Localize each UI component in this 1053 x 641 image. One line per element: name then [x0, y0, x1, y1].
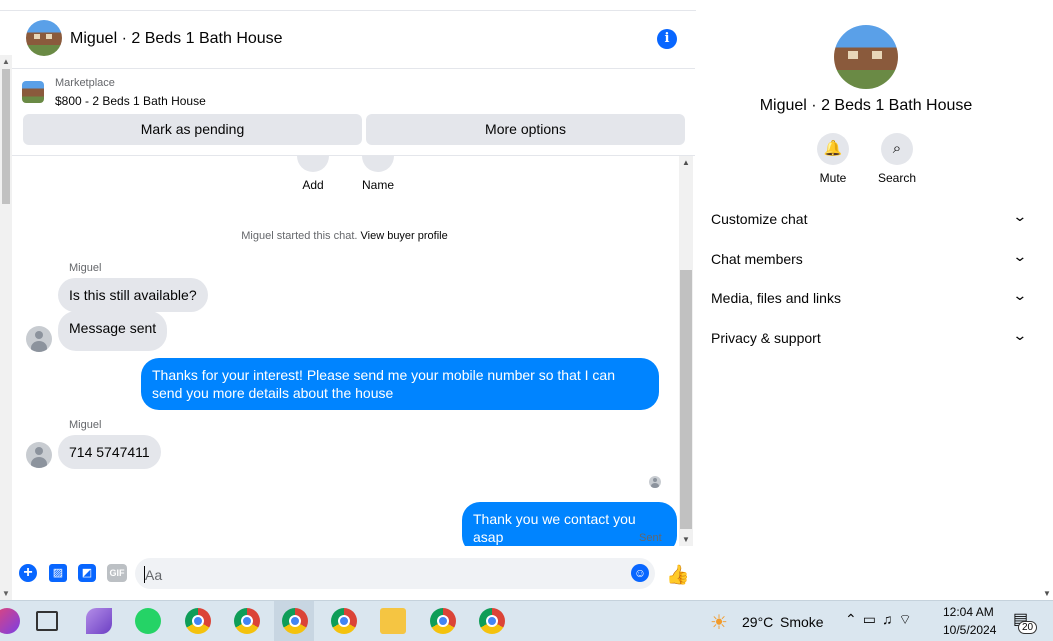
sender-name: Miguel: [69, 419, 102, 431]
marketplace-card: Marketplace $800 - 2 Beds 1 Bath House M…: [12, 69, 695, 156]
weather-sun-icon[interactable]: ☀: [710, 610, 728, 635]
listing-avatar[interactable]: [26, 20, 62, 56]
mute-button[interactable]: 🔔 Mute: [801, 133, 865, 185]
gif-icon[interactable]: GIF: [107, 564, 127, 582]
more-options-button[interactable]: More options: [366, 114, 685, 145]
message-input-placeholder: Aa: [145, 567, 163, 583]
message-list: 👤 Add ✎ Name Miguel started this chat. V…: [12, 156, 677, 546]
chrome-icon[interactable]: [282, 608, 308, 634]
weather-temperature[interactable]: 29°C: [742, 614, 773, 630]
chrome-icon[interactable]: [479, 608, 505, 634]
chat-started-text: Miguel started this chat.: [241, 230, 361, 242]
seen-indicator-avatar: [649, 476, 661, 488]
pencil-icon: ✎: [362, 156, 394, 172]
search-icon: ⌕: [881, 133, 913, 165]
section-customize-chat[interactable]: Customize chat ⌄: [711, 201, 1028, 241]
section-privacy-support[interactable]: Privacy & support ⌄: [711, 320, 1028, 360]
scroll-down-arrow-icon[interactable]: ▼: [682, 535, 690, 544]
section-chat-members[interactable]: Chat members ⌄: [711, 241, 1028, 281]
file-explorer-icon[interactable]: [380, 608, 406, 634]
start-menu-icon[interactable]: [0, 608, 20, 634]
plus-icon[interactable]: +: [19, 564, 37, 582]
conversation-details-panel: Miguel · 2 Beds 1 Bath House 🔔 Mute ⌕ Se…: [696, 10, 1040, 595]
feather-app-icon[interactable]: [86, 608, 112, 634]
chrome-icon[interactable]: [430, 608, 456, 634]
search-label: Search: [877, 171, 917, 185]
view-buyer-profile-link[interactable]: View buyer profile: [361, 230, 448, 242]
weather-condition[interactable]: Smoke: [780, 614, 824, 630]
add-label: Add: [302, 178, 324, 192]
info-icon[interactable]: i: [657, 29, 677, 49]
sender-avatar[interactable]: [26, 442, 52, 468]
system-tray-icons[interactable]: ⌃▭♫⌔: [845, 611, 918, 629]
mute-label: Mute: [819, 171, 847, 185]
details-title: Miguel · 2 Beds 1 Bath House: [759, 97, 973, 114]
section-media-files-links[interactable]: Media, files and links ⌄: [711, 280, 1028, 320]
emoji-icon[interactable]: ☺: [631, 564, 649, 582]
listing-avatar-large[interactable]: [834, 25, 898, 89]
message-outgoing[interactable]: Thanks for your interest! Please send me…: [141, 358, 659, 410]
person-add-icon: 👤: [297, 156, 329, 172]
chevron-down-icon: ⌄: [1012, 208, 1028, 224]
sender-avatar[interactable]: [26, 326, 52, 352]
marketplace-label: Marketplace: [55, 77, 115, 89]
chevron-down-icon: ⌄: [1012, 327, 1028, 343]
clock-time[interactable]: 12:04 AM: [943, 605, 994, 619]
add-people-action[interactable]: 👤 Add: [283, 156, 343, 202]
mark-as-pending-button[interactable]: Mark as pending: [23, 114, 362, 145]
chrome-icon[interactable]: [331, 608, 357, 634]
sticker-icon[interactable]: ◩: [78, 564, 96, 582]
thumbs-up-icon[interactable]: 👍: [666, 563, 690, 587]
name-label: Name: [361, 178, 394, 192]
page-scrollbar[interactable]: ▲ ▼: [0, 55, 12, 600]
chat-started-note: Miguel started this chat. View buyer pro…: [12, 230, 677, 242]
message-input[interactable]: [135, 558, 655, 589]
chat-header: Miguel · 2 Beds 1 Bath House i: [12, 10, 695, 69]
listing-price-title[interactable]: $800 - 2 Beds 1 Bath House: [55, 94, 206, 108]
chat-scrollbar[interactable]: ▲ ▼: [679, 156, 693, 546]
bell-icon: 🔔: [817, 133, 849, 165]
chevron-down-icon: ⌄: [1012, 287, 1028, 303]
sender-name: Miguel: [69, 262, 102, 274]
section-label: Customize chat: [711, 211, 808, 227]
photo-icon[interactable]: ▨: [49, 564, 67, 582]
windows-taskbar: ☀ 29°C Smoke ⌃▭♫⌔ 12:04 AM 10/5/2024 ▤ 2…: [0, 600, 1053, 641]
page-scrollbar-thumb[interactable]: [2, 69, 10, 204]
whatsapp-icon[interactable]: [135, 608, 161, 634]
message-incoming[interactable]: Is this still available?: [58, 278, 208, 312]
details-scrollbar[interactable]: ▼: [1040, 10, 1053, 600]
chrome-icon[interactable]: [185, 608, 211, 634]
search-button[interactable]: ⌕ Search: [865, 133, 929, 185]
name-chat-action[interactable]: ✎ Name: [348, 156, 408, 202]
task-view-icon[interactable]: [36, 611, 58, 631]
message-incoming[interactable]: Message sent: [58, 311, 168, 351]
section-label: Media, files and links: [711, 290, 841, 306]
scroll-up-arrow-icon[interactable]: ▲: [2, 57, 10, 66]
listing-thumbnail[interactable]: [22, 81, 44, 103]
message-incoming[interactable]: 714 5747411: [58, 435, 161, 469]
chevron-down-icon: ⌄: [1012, 248, 1028, 264]
notification-count-badge: 20: [1018, 621, 1038, 634]
scroll-down-arrow-icon[interactable]: ▼: [2, 589, 10, 598]
scroll-down-arrow-icon[interactable]: ▼: [1043, 589, 1051, 598]
section-label: Privacy & support: [711, 330, 821, 346]
chrome-icon[interactable]: [234, 608, 260, 634]
scroll-up-arrow-icon[interactable]: ▲: [682, 158, 690, 167]
section-label: Chat members: [711, 251, 803, 267]
message-composer: + ▨ ◩ GIF Aa ☺ 👍: [12, 552, 695, 598]
chat-scrollbar-thumb[interactable]: [680, 270, 692, 529]
clock-date[interactable]: 10/5/2024: [943, 623, 996, 637]
chat-title[interactable]: Miguel · 2 Beds 1 Bath House: [70, 30, 283, 48]
sent-status: Sent: [639, 532, 662, 544]
